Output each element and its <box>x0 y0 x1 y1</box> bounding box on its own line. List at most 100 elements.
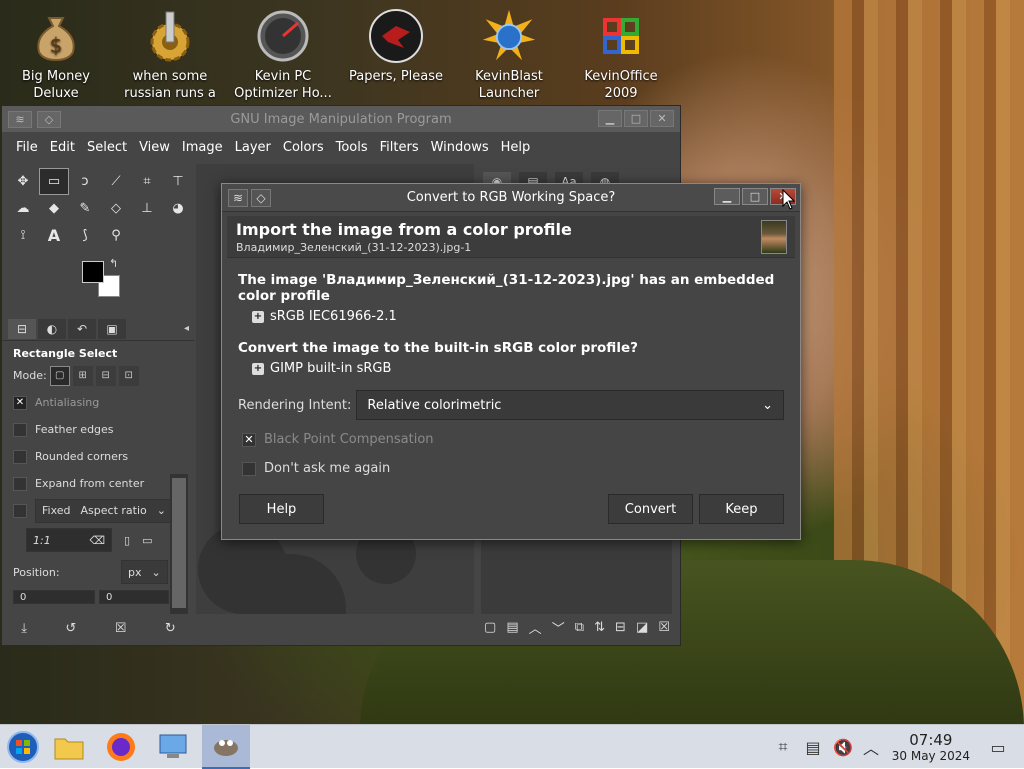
chevron-up-icon[interactable]: ︿ <box>860 725 882 769</box>
save-options-icon[interactable]: ⤓ <box>21 621 27 636</box>
mode-subtract-button[interactable]: ⊟ <box>95 365 116 386</box>
portrait-icon[interactable]: ▯ <box>124 534 130 547</box>
restore-options-icon[interactable]: ↺ <box>65 621 76 636</box>
menu-tools[interactable]: Tools <box>330 140 374 155</box>
clear-icon[interactable]: ⌫ <box>89 534 105 547</box>
desktop-icon-papers-please[interactable]: Papers, Please <box>341 8 451 85</box>
reset-options-icon[interactable]: ↻ <box>165 621 176 636</box>
delete-options-icon[interactable]: ☒ <box>115 621 127 636</box>
start-button[interactable] <box>0 725 46 769</box>
new-layer-icon[interactable]: ▢ <box>484 620 496 635</box>
desktop-icon-kevinblast[interactable]: KevinBlast Launcher <box>454 8 564 102</box>
clipboard-tray-icon[interactable]: ▤ <box>802 725 824 769</box>
dont-ask-row[interactable]: Don't ask me again <box>238 461 784 476</box>
swap-colors-icon[interactable]: ↰ <box>109 257 118 270</box>
dialog-titlebar[interactable]: ≋ ◇ Convert to RGB Working Space? ▁ □ ✕ <box>222 184 800 212</box>
window-pin-icon[interactable]: ◇ <box>37 110 61 128</box>
window-pin-icon[interactable]: ◇ <box>251 188 271 207</box>
duplicate-layer-icon[interactable]: ⧉ <box>575 620 584 635</box>
lasso-tool-icon[interactable]: ↄ <box>70 168 100 195</box>
menu-image[interactable]: Image <box>176 140 229 155</box>
fuzzy-select-tool-icon[interactable]: ⟋ <box>101 168 131 195</box>
move-tool-icon[interactable]: ✥ <box>8 168 38 195</box>
foreground-color-swatch[interactable] <box>82 261 104 283</box>
smudge-tool-icon[interactable]: ◕ <box>163 195 193 222</box>
text-tool-icon[interactable]: A <box>39 222 69 249</box>
menu-edit[interactable]: Edit <box>44 140 81 155</box>
clone-tool-icon[interactable]: ⊥ <box>132 195 162 222</box>
usb-tray-icon[interactable]: ⌗ <box>772 725 794 769</box>
embedded-profile-row[interactable]: + sRGB IEC61966-2.1 <box>252 309 784 324</box>
desktop-icon-kevinoffice[interactable]: KevinOffice 2009 <box>566 8 676 102</box>
maximize-button[interactable]: □ <box>742 188 768 205</box>
delete-layer-icon[interactable]: ☒ <box>658 620 670 635</box>
convert-profile-dialog[interactable]: ≋ ◇ Convert to RGB Working Space? ▁ □ ✕ … <box>221 183 801 540</box>
antialiasing-checkbox[interactable]: ✕ <box>13 395 27 410</box>
taskbar-gimp[interactable] <box>202 725 250 769</box>
mode-add-button[interactable]: ⊞ <box>72 365 93 386</box>
expand-from-center-row[interactable]: Expand from center <box>2 470 195 497</box>
black-point-row[interactable]: ✕ Black Point Compensation <box>238 432 784 447</box>
paths-tool-icon[interactable]: ⟟ <box>8 222 38 249</box>
raise-layer-icon[interactable]: ︿ <box>529 618 542 637</box>
convert-button[interactable]: Convert <box>608 494 693 524</box>
keep-button[interactable]: Keep <box>699 494 784 524</box>
menu-filters[interactable]: Filters <box>374 140 425 155</box>
tab-undo-history[interactable]: ↶ <box>68 318 96 339</box>
crop-tool-icon[interactable]: ⌗ <box>132 168 162 195</box>
feather-edges-checkbox[interactable] <box>13 422 27 437</box>
eraser-tool-icon[interactable]: ◇ <box>101 195 131 222</box>
bucket-fill-tool-icon[interactable]: ◆ <box>39 195 69 222</box>
menu-help[interactable]: Help <box>495 140 537 155</box>
position-unit-combo[interactable]: px ⌄ <box>121 560 168 584</box>
clock[interactable]: 07:49 30 May 2024 <box>892 731 970 763</box>
anchor-layer-icon[interactable]: ⇅ <box>594 620 605 635</box>
window-menu-icon[interactable]: ≋ <box>228 188 248 207</box>
landscape-icon[interactable]: ▭ <box>142 534 152 547</box>
expand-from-center-checkbox[interactable] <box>13 476 27 491</box>
mode-replace-button[interactable]: ▢ <box>49 365 70 386</box>
close-button[interactable]: ✕ <box>650 110 674 127</box>
expand-icon[interactable]: + <box>252 362 264 375</box>
mask-icon[interactable]: ◪ <box>636 620 648 635</box>
help-button[interactable]: Help <box>239 494 324 524</box>
volume-muted-icon[interactable]: 🔇 <box>832 725 854 769</box>
mode-intersect-button[interactable]: ⊡ <box>118 365 139 386</box>
tab-device-status[interactable]: ◐ <box>38 318 66 339</box>
window-menu-icon[interactable]: ≋ <box>8 110 32 128</box>
minimize-button[interactable]: ▁ <box>598 110 622 127</box>
antialiasing-row[interactable]: ✕ Antialiasing <box>2 389 195 416</box>
rect-select-tool-icon[interactable]: ▭ <box>39 168 69 195</box>
menu-view[interactable]: View <box>133 140 176 155</box>
fixed-checkbox[interactable] <box>13 503 27 518</box>
builtin-profile-row[interactable]: + GIMP built-in sRGB <box>252 361 784 376</box>
expand-icon[interactable]: + <box>252 310 264 323</box>
menu-layer[interactable]: Layer <box>229 140 277 155</box>
position-x-input[interactable]: 0 <box>13 590 95 604</box>
taskbar-firefox[interactable] <box>98 725 144 769</box>
rounded-corners-row[interactable]: Rounded corners <box>2 443 195 470</box>
show-desktop-icon[interactable]: ▭ <box>986 725 1010 769</box>
tab-tool-options[interactable]: ⊟ <box>8 318 36 339</box>
fixed-aspect-combo[interactable]: Fixed Aspect ratio ⌄ <box>35 498 173 523</box>
taskbar-file-manager[interactable] <box>46 725 92 769</box>
gimp-titlebar[interactable]: ≋ ◇ GNU Image Manipulation Program ▁ □ ✕ <box>2 106 680 132</box>
feather-edges-row[interactable]: Feather edges <box>2 416 195 443</box>
paintbrush-tool-icon[interactable]: ✎ <box>70 195 100 222</box>
desktop-icon-big-money[interactable]: $ Big Money Deluxe <box>1 8 111 102</box>
tab-images[interactable]: ▣ <box>98 318 126 339</box>
menu-select[interactable]: Select <box>81 140 133 155</box>
new-group-icon[interactable]: ▤ <box>506 620 518 635</box>
taskbar-control-panel[interactable] <box>150 725 196 769</box>
dock-menu-icon[interactable]: ◂ <box>184 323 189 334</box>
warp-tool-icon[interactable]: ☁ <box>8 195 38 222</box>
minimize-button[interactable]: ▁ <box>714 188 740 205</box>
ratio-input[interactable]: 1:1 ⌫ <box>26 528 112 552</box>
menu-colors[interactable]: Colors <box>277 140 330 155</box>
position-y-input[interactable]: 0 <box>99 590 169 604</box>
maximize-button[interactable]: □ <box>624 110 648 127</box>
desktop-icon-kevin-pc-optimizer[interactable]: Kevin PC Optimizer Ho... <box>228 8 338 102</box>
dont-ask-checkbox[interactable] <box>242 461 256 476</box>
lower-layer-icon[interactable]: ﹀ <box>552 618 565 637</box>
tool-options-scrollbar[interactable] <box>170 474 188 614</box>
